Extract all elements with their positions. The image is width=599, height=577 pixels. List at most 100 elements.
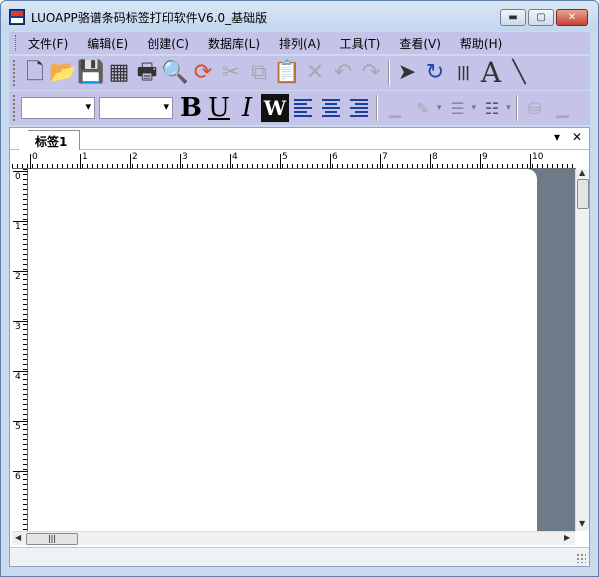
vertical-scrollbar[interactable]: ▲ ▼ — [575, 168, 589, 531]
bold-button[interactable]: B — [177, 93, 205, 123]
redo-icon[interactable]: ↷ — [357, 59, 385, 87]
line-tool-icon[interactable]: ╲ — [505, 59, 533, 87]
menu-create[interactable]: 创建(C) — [147, 35, 189, 52]
ruler-v-label: 6 — [15, 472, 21, 482]
app-window: LUOAPP骆谱条码标签打印软件V6.0_基础版 ▬ ▢ ✕ 文件(F) 编辑(… — [0, 0, 599, 577]
ruler-major-tick — [80, 154, 81, 169]
main-toolbar: 🗋 📂 💾 ▦ 🖶 🔍 ⟳ ✂ ⧉ 📋 ✕ ↶ ↷ ➤ ↻ ||| A ╲ — [9, 56, 590, 90]
word-wrap-button[interactable]: W — [261, 94, 289, 122]
ruler-major-tick — [30, 154, 31, 169]
ruler-major-tick — [180, 154, 181, 169]
ruler-h-label: 3 — [182, 152, 188, 162]
window-title: LUOAPP骆谱条码标签打印软件V6.0_基础版 — [31, 11, 268, 25]
ruler-major-tick — [280, 154, 281, 169]
copy-icon[interactable]: ⧉ — [245, 59, 273, 87]
page-setup-icon[interactable]: ▦ — [105, 59, 133, 87]
horizontal-scrollbar[interactable]: ◀ ||| ▶ — [12, 531, 575, 545]
ruler-v-label: 4 — [15, 372, 21, 382]
document-tabstrip: 标签1 ▾ ✕ — [10, 128, 589, 150]
minimize-button[interactable]: ▬ — [500, 9, 526, 26]
app-logo-icon — [9, 9, 25, 25]
italic-button[interactable]: I — [233, 93, 261, 123]
maximize-button[interactable]: ▢ — [528, 9, 554, 26]
cut-icon[interactable]: ✂ — [217, 59, 245, 87]
fill-underline-icon[interactable]: ▁ — [549, 94, 577, 122]
menubar-grip[interactable] — [15, 35, 18, 51]
ruler-h-label: 8 — [432, 152, 438, 162]
vertical-ruler: 0 1 2 3 4 5 6 — [12, 169, 28, 531]
menu-bar: 文件(F) 编辑(E) 创建(C) 数据库(L) 排列(A) 工具(T) 查看(… — [9, 32, 590, 54]
print-icon[interactable]: 🖶 — [133, 59, 161, 87]
ruler-h-label: 1 — [82, 152, 88, 162]
menu-tools[interactable]: 工具(T) — [340, 35, 381, 52]
ruler-major-tick — [230, 154, 231, 169]
delete-icon[interactable]: ✕ — [301, 59, 329, 87]
new-file-icon[interactable]: 🗋 — [21, 59, 49, 87]
line-color-icon[interactable]: ▁ — [381, 94, 409, 122]
tab-label-1[interactable]: 标签1 — [18, 130, 81, 150]
align-left-icon[interactable] — [289, 94, 317, 122]
paste-icon[interactable]: 📋 — [273, 59, 301, 87]
tab-close-icon[interactable]: ✕ — [572, 130, 582, 144]
label-sheet[interactable] — [29, 169, 537, 531]
scroll-right-icon[interactable]: ▶ — [564, 533, 570, 542]
resize-grip-icon[interactable] — [576, 553, 586, 563]
refresh-data-icon[interactable]: ⟳ — [189, 59, 217, 87]
format-toolbar: B U I W ▁ ✎ ▾ ☰ ▾ ☷ ▾ ⛁ ▁ — [9, 91, 590, 125]
line-style-icon[interactable]: ☷ — [478, 94, 506, 122]
ruler-major-tick — [530, 154, 531, 169]
scroll-down-icon[interactable]: ▼ — [579, 519, 585, 528]
menu-database[interactable]: 数据库(L) — [208, 35, 260, 52]
vertical-scroll-thumb[interactable] — [577, 179, 589, 209]
scroll-left-icon[interactable]: ◀ — [15, 533, 21, 542]
pen-color-icon[interactable]: ✎ — [409, 94, 437, 122]
pen-color-dropdown-icon[interactable]: ▾ — [437, 103, 442, 113]
ruler-h-label: 9 — [482, 152, 488, 162]
format-toolbar-grip[interactable] — [13, 95, 17, 121]
toolbar-grip[interactable] — [13, 60, 17, 86]
ruler-h-label: 5 — [282, 152, 288, 162]
ruler-h-label: 7 — [382, 152, 388, 162]
undo-icon[interactable]: ↶ — [329, 59, 357, 87]
title-bar[interactable]: LUOAPP骆谱条码标签打印软件V6.0_基础版 ▬ ▢ ✕ — [1, 1, 598, 31]
open-folder-icon[interactable]: 📂 — [49, 59, 77, 87]
font-size-select[interactable] — [99, 97, 173, 119]
horizontal-scroll-thumb[interactable]: ||| — [26, 533, 78, 545]
line-style-dropdown-icon[interactable]: ▾ — [506, 103, 511, 113]
align-center-icon[interactable] — [317, 94, 345, 122]
scroll-up-icon[interactable]: ▲ — [579, 168, 585, 177]
select-pointer-icon[interactable]: ➤ — [393, 59, 421, 87]
ruler-v-label: 0 — [15, 172, 21, 182]
ruler-major-tick — [480, 154, 481, 169]
toolbar-separator — [388, 60, 390, 86]
ruler-v-label: 5 — [15, 422, 21, 432]
tab-list-icon[interactable]: ▾ — [554, 130, 560, 144]
font-name-select[interactable] — [21, 97, 95, 119]
barcode-icon[interactable]: ||| — [449, 59, 477, 87]
menu-edit[interactable]: 编辑(E) — [87, 35, 128, 52]
line-width-dropdown-icon[interactable]: ▾ — [472, 103, 477, 113]
format-separator — [376, 95, 378, 121]
save-icon[interactable]: 💾 — [77, 59, 105, 87]
ruler-major-tick — [430, 154, 431, 169]
ruler-v-label: 1 — [15, 222, 21, 232]
line-width-icon[interactable]: ☰ — [444, 94, 472, 122]
design-canvas[interactable] — [29, 169, 575, 531]
rotate-icon[interactable]: ↻ — [421, 59, 449, 87]
menu-view[interactable]: 查看(V) — [399, 35, 441, 52]
window-controls: ▬ ▢ ✕ — [500, 9, 588, 26]
align-right-icon[interactable] — [345, 94, 373, 122]
horizontal-ruler: 0 1 2 3 4 5 6 7 8 9 10 — [12, 151, 576, 169]
fill-color-icon[interactable]: ⛁ — [521, 94, 549, 122]
menu-file[interactable]: 文件(F) — [28, 35, 68, 52]
ruler-v-label: 3 — [15, 322, 21, 332]
menu-arrange[interactable]: 排列(A) — [279, 35, 321, 52]
underline-button[interactable]: U — [205, 93, 233, 123]
print-preview-icon[interactable]: 🔍 — [161, 59, 189, 87]
ruler-h-label: 4 — [232, 152, 238, 162]
text-tool-icon[interactable]: A — [477, 59, 505, 87]
close-button[interactable]: ✕ — [556, 9, 588, 26]
ruler-major-tick — [380, 154, 381, 169]
ruler-h-label: 0 — [32, 152, 38, 162]
menu-help[interactable]: 帮助(H) — [460, 35, 502, 52]
